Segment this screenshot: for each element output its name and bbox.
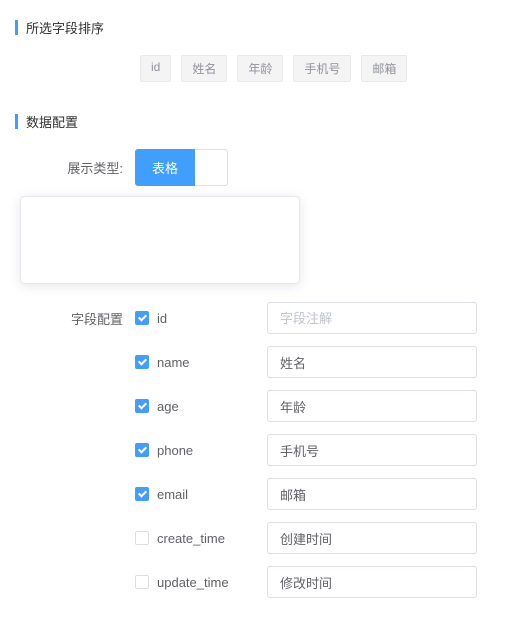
tag-email[interactable]: 邮箱 bbox=[361, 55, 407, 82]
seg-btn-table[interactable]: 表格 bbox=[135, 149, 195, 186]
checkbox-name[interactable] bbox=[135, 355, 149, 369]
field-name: id bbox=[157, 311, 267, 326]
dropdown-panel[interactable] bbox=[20, 196, 300, 284]
field-row: phone bbox=[15, 434, 493, 466]
display-type-row: 展示类型: 表格 bbox=[15, 149, 493, 186]
field-input-create-time[interactable] bbox=[267, 522, 477, 554]
checkbox-email[interactable] bbox=[135, 487, 149, 501]
section-header-sort: 所选字段排序 bbox=[15, 18, 493, 37]
seg-btn-blank[interactable] bbox=[194, 149, 228, 186]
tag-name[interactable]: 姓名 bbox=[181, 55, 227, 82]
checkbox-age[interactable] bbox=[135, 399, 149, 413]
checkbox-phone[interactable] bbox=[135, 443, 149, 457]
field-name: age bbox=[157, 399, 267, 414]
field-row: create_time bbox=[15, 522, 493, 554]
field-input-name[interactable] bbox=[267, 346, 477, 378]
field-row: 字段配置 id bbox=[15, 302, 493, 334]
tag-id[interactable]: id bbox=[140, 55, 171, 82]
field-name: phone bbox=[157, 443, 267, 458]
section-bar bbox=[15, 114, 18, 129]
field-input-email[interactable] bbox=[267, 478, 477, 510]
field-row: email bbox=[15, 478, 493, 510]
section-title-data: 数据配置 bbox=[26, 112, 78, 131]
field-row: name bbox=[15, 346, 493, 378]
checkbox-update-time[interactable] bbox=[135, 575, 149, 589]
field-name: email bbox=[157, 487, 267, 502]
field-input-id[interactable] bbox=[267, 302, 477, 334]
field-input-update-time[interactable] bbox=[267, 566, 477, 598]
field-name: create_time bbox=[157, 531, 267, 546]
display-type-label: 展示类型: bbox=[15, 158, 135, 177]
field-input-age[interactable] bbox=[267, 390, 477, 422]
field-config-list: 字段配置 id name age phone email create_time bbox=[15, 302, 493, 598]
section-header-data: 数据配置 bbox=[15, 112, 493, 131]
field-row: update_time bbox=[15, 566, 493, 598]
field-tags: id 姓名 年龄 手机号 邮箱 bbox=[140, 55, 493, 82]
tag-age[interactable]: 年龄 bbox=[237, 55, 283, 82]
field-row: age bbox=[15, 390, 493, 422]
field-name: update_time bbox=[157, 575, 267, 590]
checkbox-create-time[interactable] bbox=[135, 531, 149, 545]
field-name: name bbox=[157, 355, 267, 370]
section-bar bbox=[15, 20, 18, 35]
field-config-label: 字段配置 bbox=[15, 309, 135, 328]
display-type-segmented: 表格 bbox=[135, 149, 228, 186]
tag-phone[interactable]: 手机号 bbox=[293, 55, 351, 82]
section-title-sort: 所选字段排序 bbox=[26, 18, 104, 37]
checkbox-id[interactable] bbox=[135, 311, 149, 325]
field-input-phone[interactable] bbox=[267, 434, 477, 466]
